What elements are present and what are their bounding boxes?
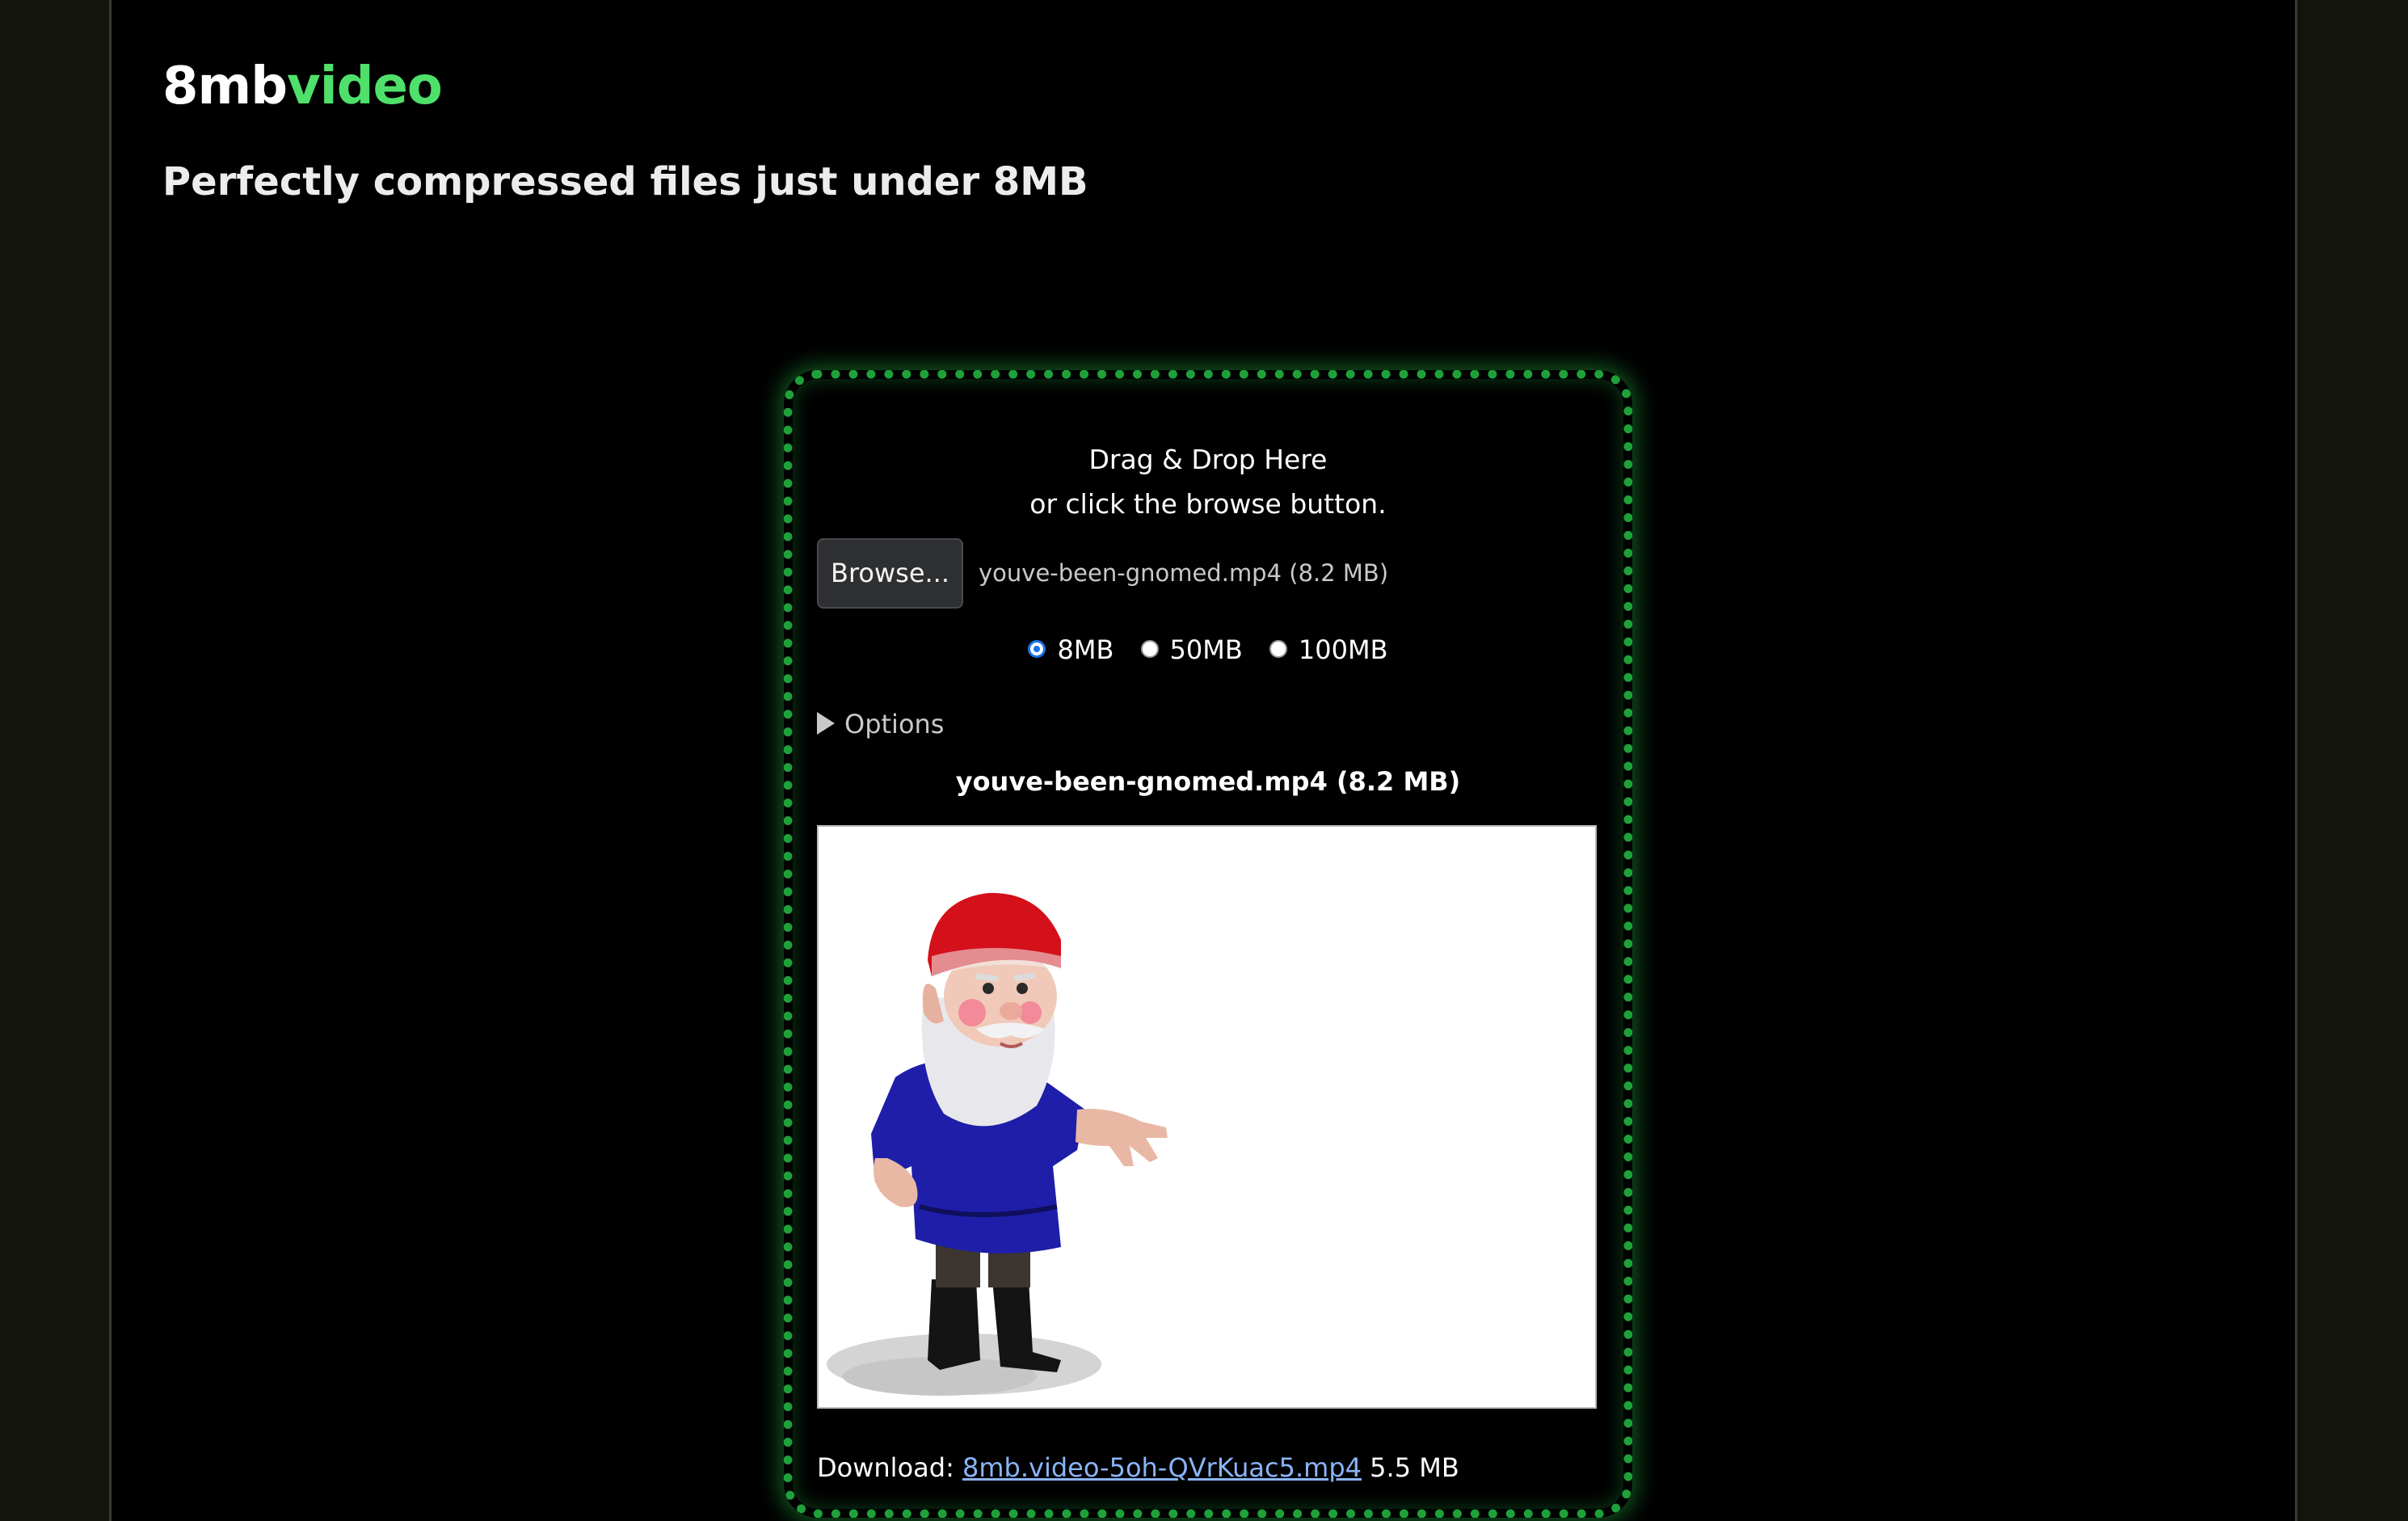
site-logo[interactable]: 8mbvideo xyxy=(162,50,443,123)
tagline: Perfectly compressed files just under 8M… xyxy=(162,159,1088,204)
size-option-100mb[interactable]: 100MB xyxy=(1269,630,1388,670)
target-size-radio-group: 8MB 50MB 100MB xyxy=(793,630,1623,670)
disclosure-triangle-icon xyxy=(817,712,835,735)
page-container: 8mbvideo Perfectly compressed files just… xyxy=(109,0,2297,1521)
download-size: 5.5 MB xyxy=(1370,1452,1459,1483)
logo-text-video: video xyxy=(287,57,443,116)
size-option-8mb[interactable]: 8MB xyxy=(1028,630,1113,670)
options-label: Options xyxy=(844,709,945,739)
radio-50mb[interactable] xyxy=(1140,640,1159,658)
drop-instructions: Drag & Drop Here xyxy=(1088,444,1328,475)
download-link[interactable]: 8mb.video-5oh-QVrKuac5.mp4 xyxy=(962,1452,1362,1483)
radio-100mb[interactable] xyxy=(1269,640,1287,658)
gnome-video-frame xyxy=(827,892,1168,1396)
size-option-50mb[interactable]: 50MB xyxy=(1140,630,1243,670)
size-option-label: 8MB xyxy=(1057,634,1114,665)
download-label: Download: xyxy=(817,1452,954,1483)
size-option-label: 50MB xyxy=(1169,634,1243,665)
browse-button[interactable]: Browse... xyxy=(817,538,963,609)
logo-text-8mb: 8mb xyxy=(162,57,288,116)
download-row: Download: 8mb.video-5oh-QVrKuac5.mp4 5.5… xyxy=(817,1447,1459,1488)
radio-8mb[interactable] xyxy=(1028,640,1046,658)
size-option-label: 100MB xyxy=(1298,634,1388,665)
browse-instructions: or click the browse button. xyxy=(1029,488,1387,520)
video-file-title: youve-been-gnomed.mp4 (8.2 MB) xyxy=(955,766,1461,797)
video-player[interactable] xyxy=(817,825,1597,1409)
drop-zone[interactable]: Drag & Drop Here or click the browse but… xyxy=(784,370,1632,1518)
options-toggle[interactable]: Options xyxy=(817,704,944,744)
selected-file-name: youve-been-gnomed.mp4 (8.2 MB) xyxy=(979,559,1389,587)
